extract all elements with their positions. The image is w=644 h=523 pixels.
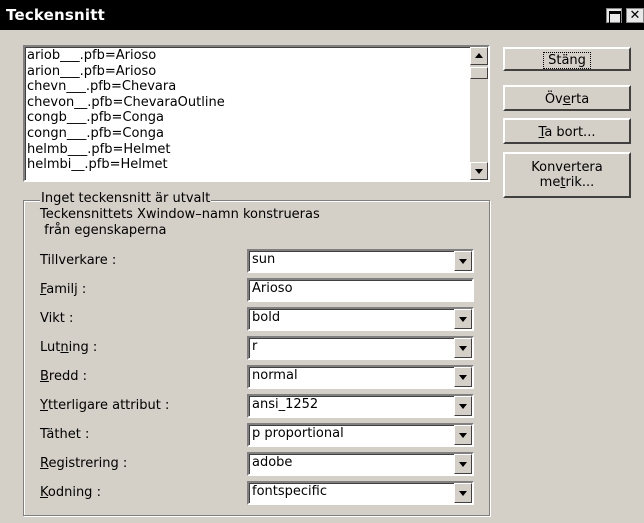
scroll-down-button[interactable] — [470, 162, 488, 180]
encoding-value: fontspecific — [252, 484, 327, 499]
spacing-dropdown[interactable]: p proportional — [247, 423, 474, 447]
group-legend: Inget teckensnitt är utvalt — [40, 191, 212, 207]
additional-mnemonic: Y — [40, 398, 48, 413]
family-value: Arioso — [252, 281, 293, 296]
label-encoding: Kodning : — [40, 485, 101, 501]
label-additional-attribute: Ytterligare attribut : — [40, 398, 169, 414]
weight-dropdown[interactable]: bold — [247, 307, 474, 331]
width-value: normal — [252, 368, 298, 383]
chevron-down-icon — [459, 317, 467, 322]
chevron-down-icon — [459, 491, 467, 496]
info-line-1: Teckensnittets Xwindow–namn konstrueras — [40, 207, 320, 222]
convert-label-post: rik... — [565, 175, 595, 190]
chevron-down-icon — [459, 404, 467, 409]
close-button-label: Stäng — [543, 52, 591, 69]
convert-label-pre: me — [539, 175, 561, 190]
list-item[interactable]: congb___.pfb=Conga — [27, 110, 225, 126]
overwrite-label-pre: Öv — [544, 92, 563, 107]
overwrite-button[interactable]: Överta — [503, 85, 631, 111]
label-manufacturer: Tillverkare : — [40, 253, 117, 268]
family-field[interactable]: Arioso — [247, 278, 474, 302]
close-window-button[interactable]: ✕ — [626, 8, 644, 23]
list-item[interactable]: chevon__.pfb=ChevaraOutline — [27, 95, 225, 111]
list-item[interactable]: helmbi__.pfb=Helmet — [27, 157, 225, 173]
spacing-value: p proportional — [252, 426, 344, 441]
slant-dropdown[interactable]: r — [247, 336, 474, 360]
width-label-post: redd : — [48, 369, 87, 384]
chevron-down-icon — [459, 375, 467, 380]
label-weight: Vikt : — [40, 311, 74, 326]
label-family: Familj : — [40, 282, 86, 298]
dropdown-button[interactable] — [454, 367, 472, 387]
dropdown-button[interactable] — [454, 454, 472, 474]
info-text: Teckensnittets Xwindow–namn konstrueras … — [40, 207, 320, 239]
slant-label-post: ing : — [68, 340, 98, 355]
slant-mnemonic: n — [60, 340, 69, 355]
dropdown-button[interactable] — [454, 483, 472, 503]
dropdown-button[interactable] — [454, 309, 472, 329]
scroll-thumb[interactable] — [470, 67, 488, 79]
close-icon: ✕ — [629, 8, 641, 23]
additional-attribute-dropdown[interactable]: ansi_1252 — [247, 394, 474, 418]
encoding-dropdown[interactable]: fontspecific — [247, 481, 474, 505]
weight-value: bold — [252, 310, 281, 325]
width-mnemonic: B — [40, 369, 49, 384]
manufacturer-value: sun — [252, 252, 276, 267]
registry-dropdown[interactable]: adobe — [247, 452, 474, 476]
remove-button[interactable]: Ta bort... — [503, 118, 631, 144]
encoding-label-post: odning : — [47, 485, 101, 500]
convert-metrics-button[interactable]: Konvertera metrik... — [503, 152, 631, 198]
window-title: Teckensnitt — [6, 6, 106, 24]
registry-label-post: egistrering : — [48, 456, 128, 471]
list-item[interactable]: ariob___.pfb=Arioso — [27, 48, 225, 64]
vertical-scrollbar[interactable] — [470, 47, 488, 180]
chevron-down-icon — [459, 433, 467, 438]
maximize-button[interactable] — [606, 8, 622, 24]
manufacturer-dropdown[interactable]: sun — [247, 249, 474, 273]
remove-label-post: a bort... — [544, 125, 596, 140]
additional-attribute-value: ansi_1252 — [252, 397, 319, 412]
chevron-down-icon — [459, 259, 467, 264]
additional-label-post: tterligare attribut : — [47, 398, 170, 413]
list-item[interactable]: helmb___.pfb=Helmet — [27, 142, 225, 158]
scroll-up-button[interactable] — [470, 47, 488, 65]
width-dropdown[interactable]: normal — [247, 365, 474, 389]
list-item[interactable]: chevn___.pfb=Chevara — [27, 79, 225, 95]
overwrite-label-post: rta — [570, 92, 590, 107]
list-item[interactable]: congn___.pfb=Conga — [27, 126, 225, 142]
slant-label-pre: Lut — [40, 340, 61, 355]
slant-value: r — [252, 339, 258, 354]
encoding-mnemonic: K — [40, 485, 48, 500]
convert-label-line1: Konvertera — [531, 160, 603, 175]
dropdown-button[interactable] — [454, 396, 472, 416]
info-line-2: från egenskaperna — [40, 223, 167, 238]
close-button[interactable]: Stäng — [503, 47, 631, 71]
dropdown-button[interactable] — [454, 251, 472, 271]
registry-value: adobe — [252, 455, 293, 470]
arrow-up-icon — [475, 53, 483, 58]
font-list[interactable]: ariob___.pfb=Arioso arion___.pfb=Arioso … — [23, 45, 490, 182]
dropdown-button[interactable] — [454, 425, 472, 445]
label-spacing: Täthet : — [40, 427, 90, 442]
title-bar: Teckensnitt ✕ — [0, 0, 644, 30]
list-item[interactable]: arion___.pfb=Arioso — [27, 64, 225, 80]
label-width: Bredd : — [40, 369, 87, 385]
chevron-down-icon — [459, 462, 467, 467]
chevron-down-icon — [459, 346, 467, 351]
label-registry: Registrering : — [40, 456, 127, 472]
arrow-down-icon — [475, 169, 483, 174]
family-label-post: amilj : — [46, 282, 87, 297]
overwrite-label-mnemonic: e — [562, 92, 571, 107]
dropdown-button[interactable] — [454, 338, 472, 358]
label-slant: Lutning : — [40, 340, 97, 356]
